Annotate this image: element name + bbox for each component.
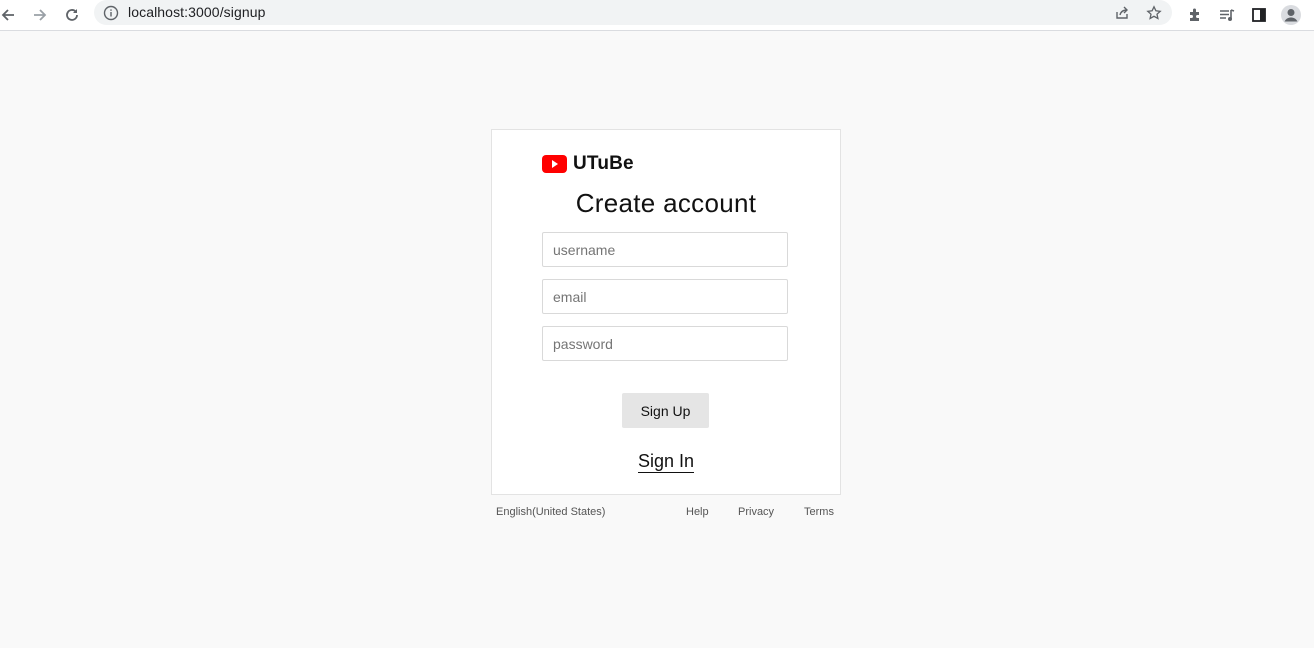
- brand[interactable]: UTuBe: [542, 153, 634, 175]
- email-input[interactable]: [542, 279, 788, 314]
- address-bar[interactable]: localhost:3000/signup: [94, 0, 1172, 25]
- username-input[interactable]: [542, 232, 788, 267]
- page-title: Create account: [575, 188, 757, 218]
- sign-in-link-container: Sign In: [492, 451, 840, 473]
- url-text[interactable]: localhost:3000/signup: [128, 4, 266, 20]
- side-panel-icon[interactable]: [1247, 3, 1271, 27]
- language-selector[interactable]: English(United States): [496, 506, 605, 518]
- privacy-link[interactable]: Privacy: [738, 506, 774, 518]
- back-icon[interactable]: [0, 3, 20, 27]
- extensions-icon[interactable]: [1183, 3, 1207, 27]
- share-icon[interactable]: [1112, 3, 1132, 23]
- help-link[interactable]: Help: [686, 506, 709, 518]
- reload-icon[interactable]: [60, 3, 84, 27]
- password-input[interactable]: [542, 326, 788, 361]
- terms-link[interactable]: Terms: [804, 506, 834, 518]
- signup-card: UTuBe Create account Sign Up Sign In: [491, 129, 841, 495]
- youtube-logo-icon: [542, 155, 567, 173]
- brand-name: UTuBe: [573, 153, 634, 174]
- profile-avatar-icon[interactable]: [1279, 3, 1303, 27]
- bookmark-star-icon[interactable]: [1144, 3, 1164, 23]
- sign-in-link[interactable]: Sign In: [637, 451, 695, 473]
- site-info-icon[interactable]: [102, 4, 120, 22]
- sign-up-button[interactable]: Sign Up: [622, 393, 709, 428]
- forward-icon[interactable]: [28, 3, 52, 27]
- media-control-icon[interactable]: [1215, 3, 1239, 27]
- browser-toolbar: localhost:3000/signup: [0, 0, 1314, 31]
